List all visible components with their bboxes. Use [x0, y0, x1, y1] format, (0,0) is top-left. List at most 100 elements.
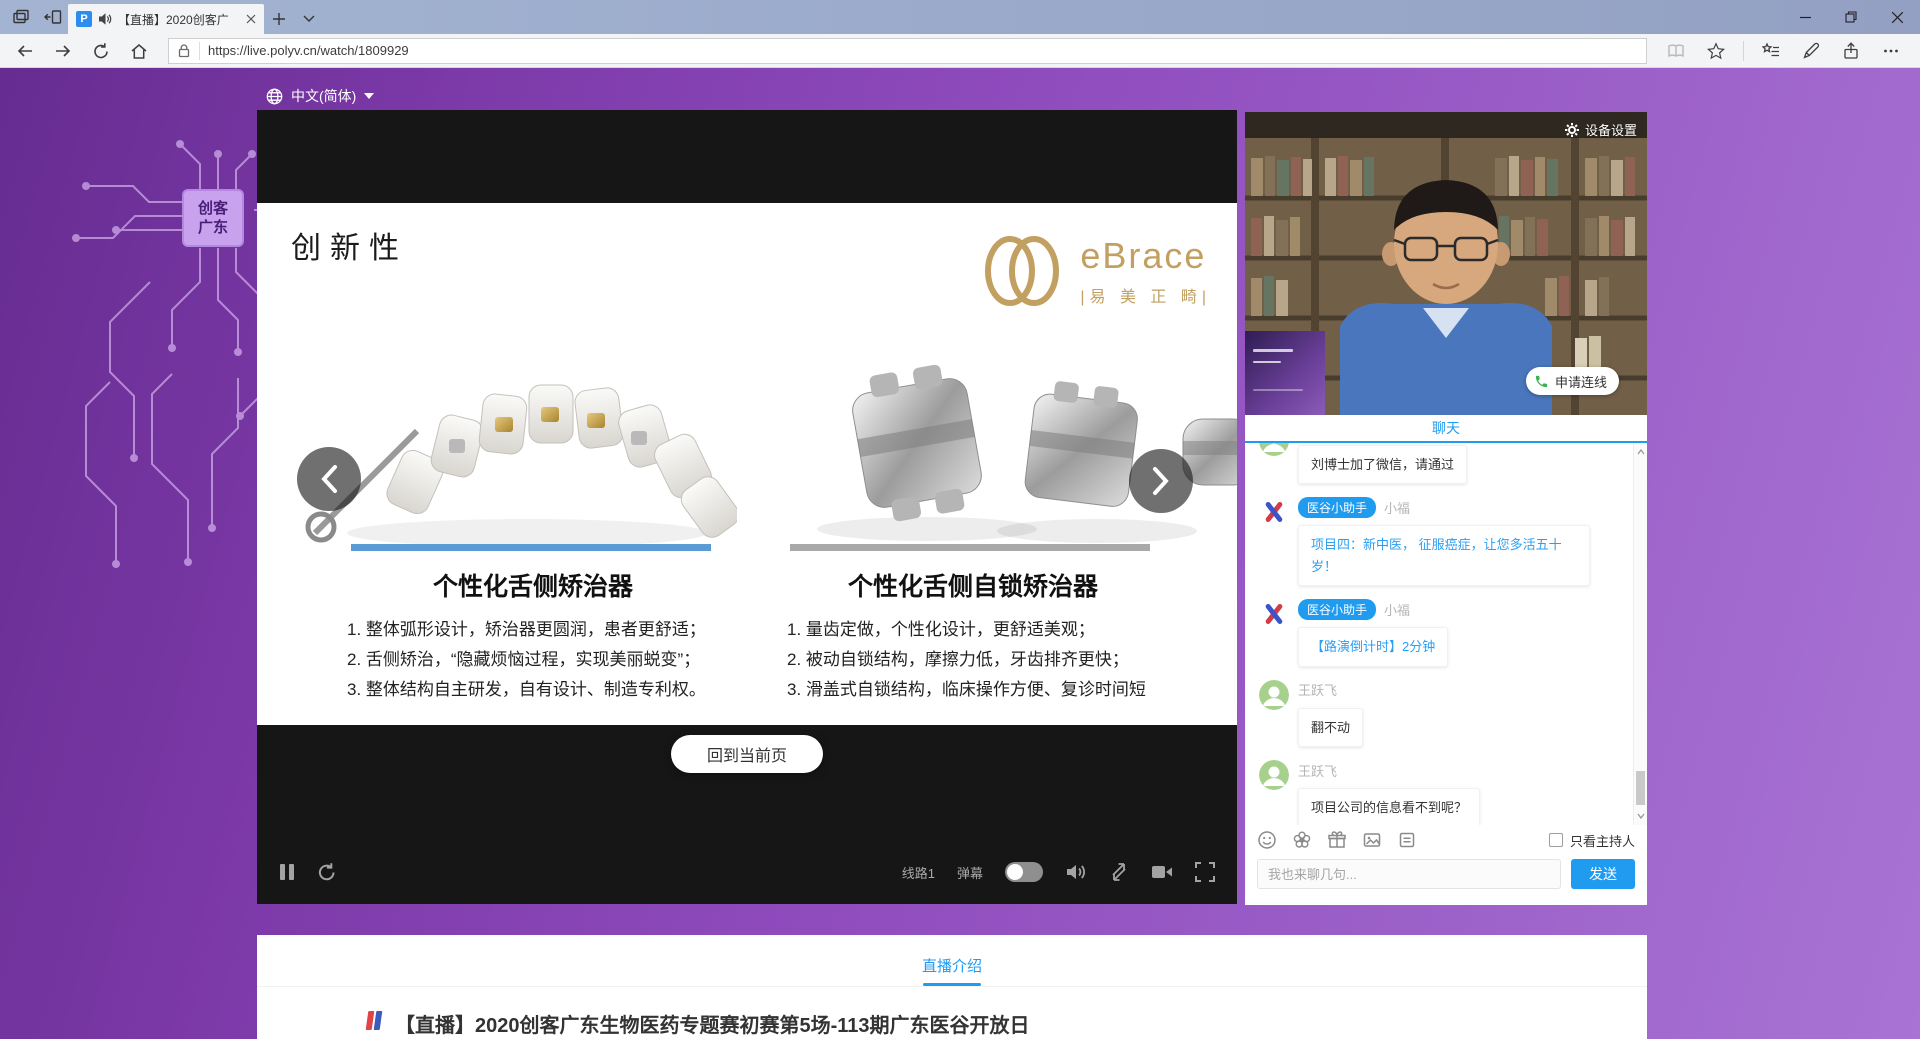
set-tabs-aside-icon[interactable]: [44, 8, 62, 26]
polyv-favicon: P: [76, 11, 92, 27]
back-to-current-page-button[interactable]: 回到当前页: [671, 735, 823, 773]
scroll-down-icon[interactable]: [1637, 812, 1645, 820]
fullscreen-icon[interactable]: [1195, 862, 1215, 882]
user-avatar: [1259, 679, 1289, 710]
live-info-card: 直播介绍 【直播】2020创客广东生物医药专题赛初赛第5场-113期广东医谷开放…: [257, 935, 1647, 1039]
user-name: 小福: [1384, 500, 1411, 516]
tab-preview-icon[interactable]: [12, 8, 30, 26]
presentation-slide: 创新性 eBrace |易 美 正 畸| 个性化舌侧矫治器 1. 整体弧形设计，…: [257, 203, 1237, 725]
product-feature: 1. 整体弧形设计，矫治器更圆润，患者更舒适；: [347, 620, 706, 639]
ebrace-rings-icon: [985, 236, 1060, 306]
switch-line-icon[interactable]: [1109, 862, 1129, 882]
chat-message: 医谷小助手 小福 【路演倒计时】2分钟: [1259, 598, 1621, 667]
home-button[interactable]: [122, 37, 156, 65]
flower-reward-icon[interactable]: [1292, 830, 1312, 850]
tab-close-button[interactable]: [246, 14, 256, 24]
tab-live-intro[interactable]: 直播介绍: [907, 955, 997, 976]
only-host-checkbox[interactable]: [1548, 833, 1563, 847]
line-selector[interactable]: 线路1: [902, 863, 935, 882]
live-title: 【直播】2020创客广东生物医药专题赛初赛第5场-113期广东医谷开放日: [395, 1015, 1030, 1037]
maximize-button[interactable]: [1828, 0, 1874, 34]
minimize-button[interactable]: [1782, 0, 1828, 34]
camera-view-icon[interactable]: [1151, 863, 1173, 881]
self-ligating-brackets-photo: [817, 364, 1237, 543]
chat-scrollbar[interactable]: [1633, 443, 1647, 825]
right-column-rule: [790, 544, 1150, 551]
favorite-star-icon[interactable]: [1699, 37, 1733, 65]
carousel-next-button[interactable]: [1129, 449, 1193, 513]
chat-message: 王跃飞 翻不动: [1259, 679, 1621, 748]
tab-list-button[interactable]: [294, 4, 324, 34]
chat-toolbar: 只看主持人: [1245, 825, 1647, 855]
danmaku-toggle[interactable]: [1005, 862, 1043, 882]
address-bar[interactable]: https://live.polyv.cn/watch/1809929: [168, 37, 1647, 64]
send-button[interactable]: 发送: [1571, 859, 1635, 889]
gift-icon[interactable]: [1327, 830, 1347, 850]
request-connect-button[interactable]: 申请连线: [1525, 367, 1619, 395]
product-feature: 3. 整体结构自主研发，自有设计、制造专利权。: [347, 679, 706, 699]
scrollbar-thumb[interactable]: [1636, 771, 1645, 805]
close-button[interactable]: [1874, 0, 1920, 34]
brand-subtitle: |易 美 正 畸|: [1080, 289, 1211, 306]
presenter-webcam: 设备设置 申请连线: [1245, 112, 1647, 415]
hub-favorites-icon[interactable]: [1754, 37, 1788, 65]
assistant-badge: 医谷小助手: [1298, 598, 1377, 620]
emoji-icon[interactable]: [1257, 830, 1277, 850]
browser-titlebar: P 【直播】2020创客广: [0, 0, 1920, 34]
more-options-icon[interactable]: [1874, 37, 1908, 65]
chat-bubble: 【路演倒计时】2分钟: [1298, 627, 1449, 667]
volume-icon[interactable]: [1065, 862, 1087, 882]
device-settings-button[interactable]: 设备设置: [1564, 120, 1637, 139]
video-player[interactable]: 创新性 eBrace |易 美 正 畸| 个性化舌侧矫治器 1. 整体弧形设计，…: [257, 110, 1237, 904]
chip-line2: 广东: [197, 219, 228, 236]
chat-tab[interactable]: 聊天: [1245, 415, 1647, 443]
ebrace-logo: eBrace |易 美 正 畸|: [982, 233, 1211, 309]
chat-message: 王跃飞 项目公司的信息看不到呢？: [1259, 760, 1621, 825]
slide-thumbnail-overlay[interactable]: [1245, 331, 1325, 415]
back-button[interactable]: [8, 37, 42, 65]
chat-bubble: 刘博士加了微信，请通过: [1298, 445, 1468, 485]
assistant-badge: 医谷小助手: [1298, 496, 1377, 518]
share-icon[interactable]: [1834, 37, 1868, 65]
image-upload-icon[interactable]: [1362, 830, 1382, 850]
chat-message: 刘博士加了微信，请通过: [1259, 443, 1621, 485]
chat-input-row: 发送: [1245, 855, 1647, 893]
url-text[interactable]: https://live.polyv.cn/watch/1809929: [208, 43, 409, 58]
reading-view-icon[interactable]: [1659, 37, 1693, 65]
product-feature: 2. 舌侧矫治，“隐藏烦恼过程，实现美丽蜕变”；: [347, 649, 701, 669]
forward-button[interactable]: [46, 37, 80, 65]
product-feature: 2. 被动自锁结构，摩擦力低，牙齿排齐更快；: [787, 649, 1129, 669]
assistant-avatar: [1259, 599, 1289, 630]
chat-bubble: 翻不动: [1298, 707, 1364, 748]
chat-input[interactable]: [1257, 859, 1561, 889]
chat-bubble: 项目四：新中医， 征服癌症，让您多活五十岁！: [1298, 525, 1590, 587]
browser-tab[interactable]: P 【直播】2020创客广: [68, 4, 264, 34]
site-info-lock-icon[interactable]: [177, 43, 191, 58]
only-host-label: 只看主持人: [1569, 833, 1635, 849]
tab-audio-icon[interactable]: [98, 12, 112, 26]
annotate-pen-icon[interactable]: [1794, 37, 1828, 65]
carousel-prev-button[interactable]: [297, 447, 361, 511]
danmaku-label: 弹幕: [956, 865, 983, 881]
live-sidebar: 设备设置 申请连线 聊天 刘博士加了微信，请通过 医谷小助手 小福 项目四：新中…: [1245, 112, 1647, 905]
product-feature: 3. 滑盖式自锁结构，临床操作方便、复诊时间短: [787, 679, 1146, 699]
chevron-down-icon: [364, 93, 375, 99]
page-viewport: 创客 广东 中文(简体) 创新性 eBrace |易 美 正 畸| 个性化舌侧矫…: [0, 68, 1920, 1039]
scroll-up-icon[interactable]: [1637, 448, 1645, 456]
notice-card-icon[interactable]: [1397, 830, 1417, 850]
user-name: 王跃飞: [1298, 683, 1338, 699]
product-column-left: 个性化舌侧矫治器 1. 整体弧形设计，矫治器更圆润，患者更舒适； 2. 舌侧矫治…: [347, 567, 719, 704]
reload-stream-button[interactable]: [317, 862, 337, 882]
new-tab-button[interactable]: [264, 4, 294, 34]
pause-button[interactable]: [279, 863, 295, 881]
tab-active-underline: [923, 983, 981, 986]
chat-message-list[interactable]: 刘博士加了微信，请通过 医谷小助手 小福 项目四：新中医， 征服癌症，让您多活五…: [1245, 443, 1647, 825]
chat-bubble: 项目公司的信息看不到呢？: [1298, 788, 1481, 825]
user-avatar: [1259, 760, 1289, 791]
refresh-button[interactable]: [84, 37, 118, 65]
info-tab-row: 直播介绍: [257, 935, 1647, 987]
user-name: 王跃飞: [1298, 763, 1338, 779]
language-selector[interactable]: 中文(简体): [266, 86, 375, 106]
slide-title: 创新性: [291, 232, 408, 265]
assistant-avatar: [1259, 497, 1289, 528]
